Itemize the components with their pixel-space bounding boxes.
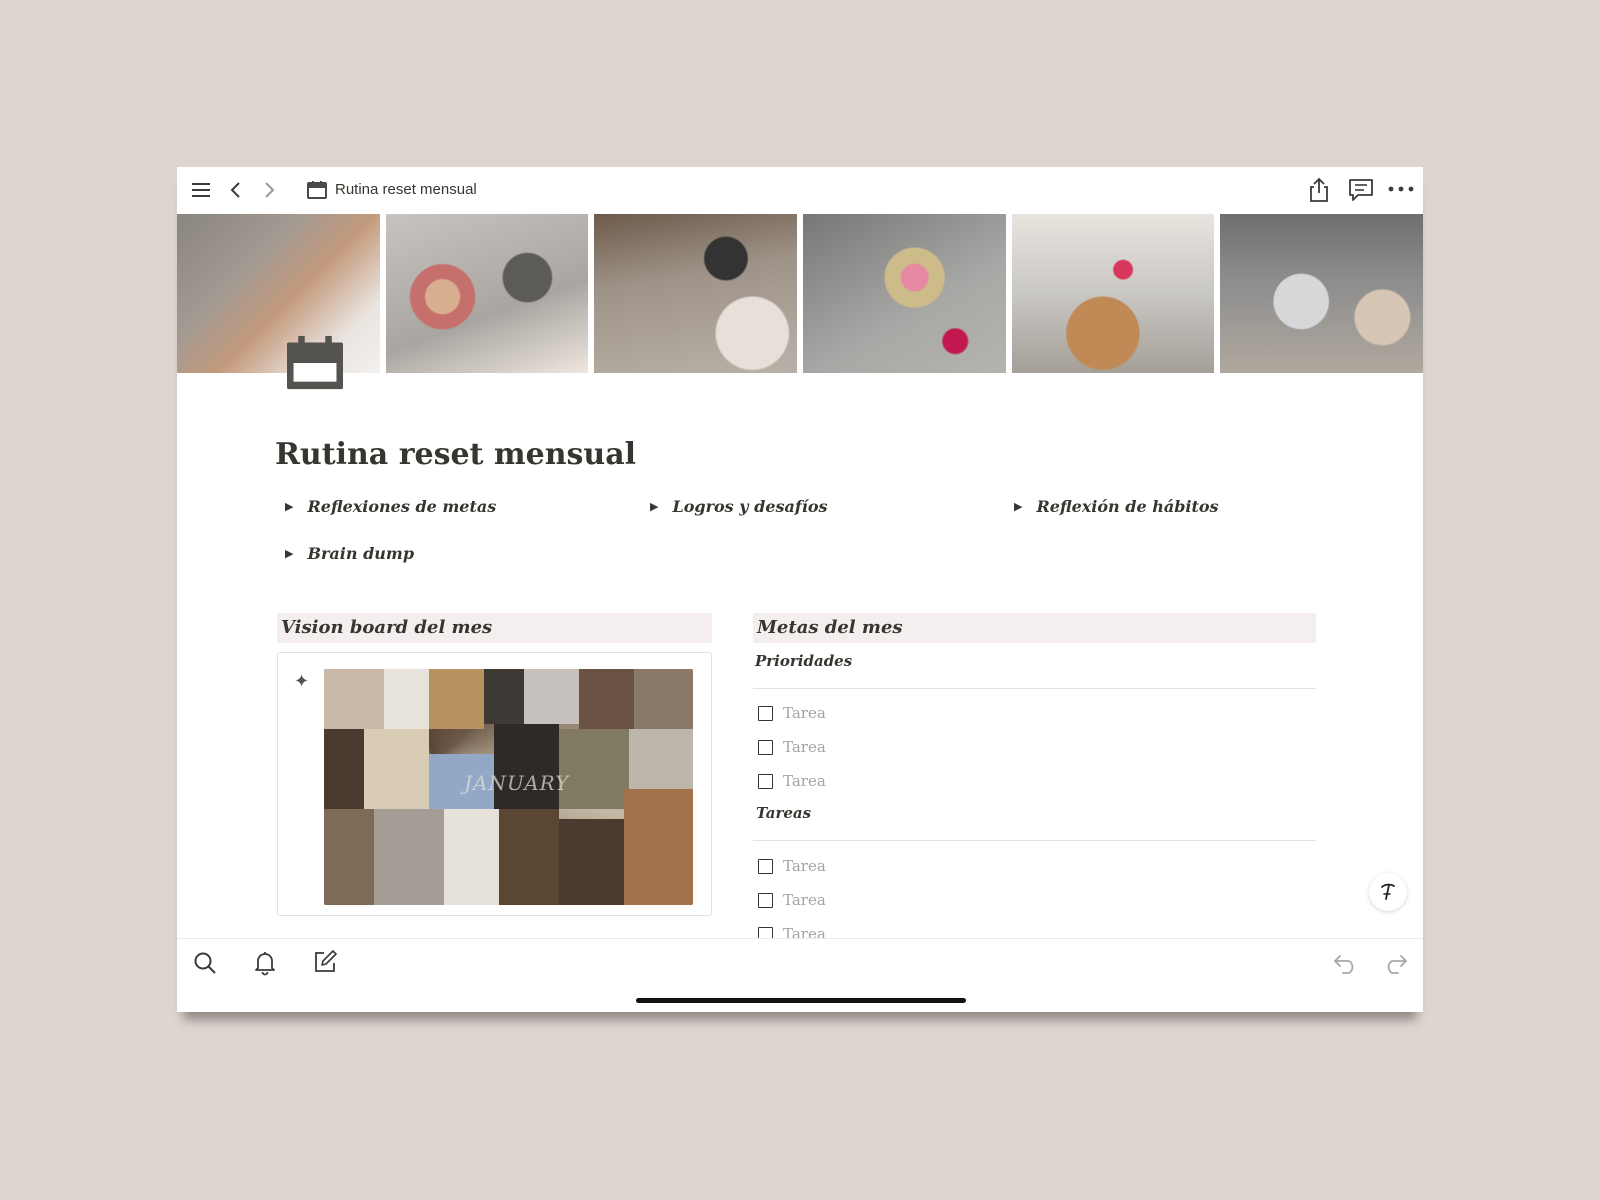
compose-icon[interactable] <box>313 950 337 974</box>
cover-photo <box>1220 214 1423 373</box>
task-checkbox[interactable] <box>758 773 773 789</box>
cover-photo <box>594 214 798 373</box>
toggle-arrow-icon[interactable]: ▶ <box>285 500 293 513</box>
task-checkbox[interactable] <box>758 858 773 874</box>
toggle-arrow-icon[interactable]: ▶ <box>1014 500 1022 513</box>
tasks-heading[interactable]: Tareas <box>756 804 811 822</box>
task-label[interactable]: Tarea <box>783 891 826 909</box>
sparkle-icon[interactable]: ✦ <box>294 671 309 692</box>
search-icon[interactable] <box>193 951 217 975</box>
priority-task[interactable]: Tarea <box>758 704 826 722</box>
bottom-toolbar <box>177 938 1423 1012</box>
task-item[interactable]: Tarea <box>758 857 826 875</box>
toggle-label: Logros y desafíos <box>672 497 828 516</box>
home-indicator[interactable] <box>636 998 966 1003</box>
toggle-arrow-icon[interactable]: ▶ <box>285 547 293 560</box>
toggle-arrow-icon[interactable]: ▶ <box>650 500 658 513</box>
notion-ai-icon <box>1381 883 1395 900</box>
toggle-label: Reflexión de hábitos <box>1036 497 1219 516</box>
redo-icon[interactable] <box>1382 952 1408 974</box>
chevron-left-icon[interactable] <box>229 180 243 200</box>
task-checkbox[interactable] <box>758 739 773 755</box>
vision-board-heading[interactable]: Vision board del mes <box>277 613 712 643</box>
cover-photo <box>177 214 380 373</box>
calendar-icon <box>307 181 327 199</box>
page-calendar-icon[interactable] <box>285 335 345 391</box>
priorities-divider <box>753 688 1316 689</box>
task-checkbox[interactable] <box>758 705 773 721</box>
toggle-reflexiones-de-metas[interactable]: ▶ Reflexiones de metas <box>285 497 496 516</box>
toggle-label: Brain dump <box>307 544 415 563</box>
share-icon[interactable] <box>1308 177 1330 203</box>
vision-board-image[interactable]: JANUARY <box>324 669 693 905</box>
task-label[interactable]: Tarea <box>783 772 826 790</box>
task-checkbox[interactable] <box>758 892 773 908</box>
task-item[interactable]: Tarea <box>758 891 826 909</box>
toggle-brain-dump[interactable]: ▶ Brain dump <box>285 544 414 563</box>
menu-icon[interactable] <box>190 180 212 200</box>
notion-ai-button[interactable] <box>1369 873 1407 911</box>
bell-icon[interactable] <box>253 950 277 976</box>
toggle-reflexion-de-habitos[interactable]: ▶ Reflexión de hábitos <box>1014 497 1219 516</box>
vision-board-card[interactable]: ✦ JANUARY <box>277 652 712 916</box>
comment-icon[interactable] <box>1348 178 1374 202</box>
cover-photo <box>385 214 589 373</box>
cover-image[interactable] <box>177 214 1423 373</box>
collage-caption: JANUARY <box>464 771 570 795</box>
priority-task[interactable]: Tarea <box>758 772 826 790</box>
tasks-divider <box>753 840 1316 841</box>
chevron-right-icon[interactable] <box>262 180 276 200</box>
toggle-label: Reflexiones de metas <box>307 497 497 516</box>
cover-photo <box>803 214 1006 373</box>
undo-icon[interactable] <box>1333 952 1359 974</box>
priority-task[interactable]: Tarea <box>758 738 826 756</box>
toggle-logros-y-desafios[interactable]: ▶ Logros y desafíos <box>650 497 828 516</box>
cover-photo <box>1011 214 1215 373</box>
top-bar: Rutina reset mensual <box>177 167 1423 214</box>
app-window: Rutina reset mensual Rutina reset mensua… <box>177 167 1423 1012</box>
task-label[interactable]: Tarea <box>783 704 826 722</box>
goals-heading[interactable]: Metas del mes <box>753 613 1316 643</box>
task-label[interactable]: Tarea <box>783 738 826 756</box>
breadcrumb-page-title[interactable]: Rutina reset mensual <box>335 181 477 198</box>
priorities-heading[interactable]: Prioridades <box>755 652 852 670</box>
page-title[interactable]: Rutina reset mensual <box>275 437 636 472</box>
task-label[interactable]: Tarea <box>783 857 826 875</box>
more-icon[interactable] <box>1388 185 1414 193</box>
